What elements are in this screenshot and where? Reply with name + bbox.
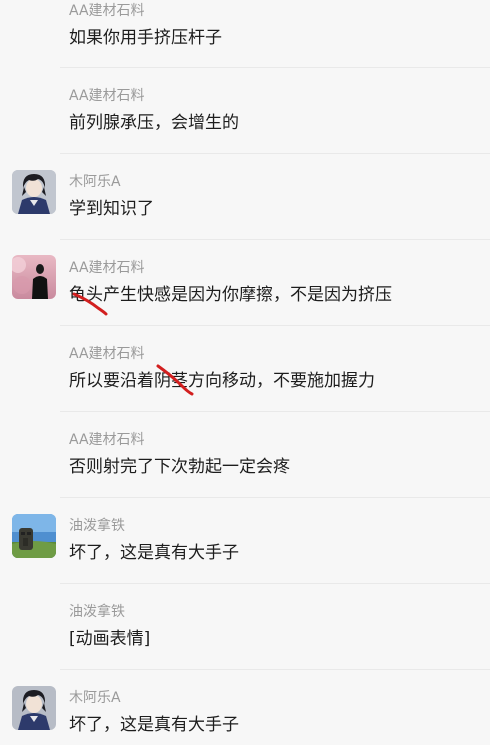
chat-message: AA建材石料 如果你用手挤压杆子	[0, 0, 490, 68]
sender-name: AA建材石料	[69, 432, 145, 448]
sender-name: AA建材石料	[69, 88, 145, 104]
chat-message: AA建材石料 龟头产生快感是因为你摩擦，不是因为挤压	[0, 240, 490, 326]
message-text: 学到知识了	[69, 199, 154, 219]
silhouette-avatar[interactable]	[12, 255, 56, 299]
sender-name: AA建材石料	[69, 3, 145, 19]
message-text: 如果你用手挤压杆子	[69, 28, 222, 48]
sender-name: 木阿乐A	[69, 690, 121, 706]
chat-message: 木阿乐A 坏了，这是真有大手子	[0, 670, 490, 745]
sender-name: 油泼拿铁	[69, 604, 125, 620]
sticker-placeholder[interactable]: [动画表情]	[69, 628, 150, 650]
message-text: 龟头产生快感是因为你摩擦，不是因为挤压	[69, 285, 392, 305]
chat-message: AA建材石料 前列腺承压，会增生的	[0, 68, 490, 154]
chat-message: 油泼拿铁 坏了，这是真有大手子	[0, 498, 490, 584]
chat-message: 油泼拿铁 [动画表情]	[0, 584, 490, 670]
message-text: 前列腺承压，会增生的	[69, 113, 239, 133]
sender-name: 油泼拿铁	[69, 518, 125, 534]
message-text: 坏了，这是真有大手子	[69, 715, 239, 735]
chat-feed[interactable]: AA建材石料 如果你用手挤压杆子 AA建材石料 前列腺承压，会增生的 木阿乐A …	[0, 0, 490, 745]
anime-boy-avatar[interactable]	[12, 170, 56, 214]
message-text: 所以要沿着阴茎方向移动，不要施加握力	[69, 371, 375, 391]
chat-message: AA建材石料 否则射完了下次勃起一定会疼	[0, 412, 490, 498]
sender-name: AA建材石料	[69, 346, 145, 362]
sender-name: AA建材石料	[69, 260, 145, 276]
message-text: 坏了，这是真有大手子	[69, 543, 239, 563]
chat-message: AA建材石料 所以要沿着阴茎方向移动，不要施加握力	[0, 326, 490, 412]
chat-message: 木阿乐A 学到知识了	[0, 154, 490, 240]
sender-name: 木阿乐A	[69, 174, 121, 190]
anime-boy-avatar[interactable]	[12, 686, 56, 730]
message-text: 否则射完了下次勃起一定会疼	[69, 457, 290, 477]
moai-avatar[interactable]	[12, 514, 56, 558]
